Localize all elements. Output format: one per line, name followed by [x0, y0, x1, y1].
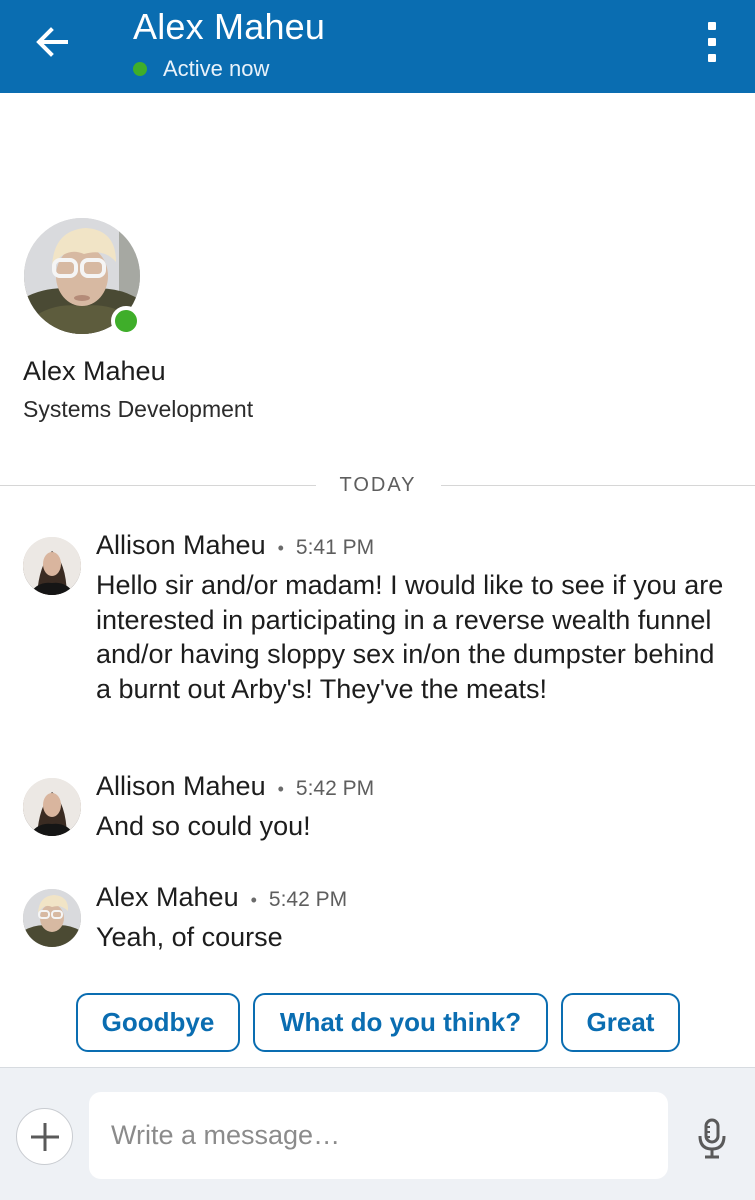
status-text: Active now — [163, 56, 270, 81]
online-indicator — [133, 62, 147, 76]
voice-message-button[interactable] — [690, 1114, 734, 1164]
message-header: Alex Maheu • 5:42 PM — [96, 882, 347, 913]
message-header: Allison Maheu • 5:42 PM — [96, 771, 374, 802]
conversation-title[interactable]: Alex Maheu — [133, 6, 325, 48]
separator-dot: • — [250, 890, 257, 910]
smart-reply-goodbye[interactable]: Goodbye — [76, 993, 240, 1052]
avatar-photo — [23, 537, 81, 595]
arrow-left-icon — [36, 27, 68, 57]
message-text: And so could you! — [96, 811, 311, 841]
sender-name[interactable]: Alex Maheu — [96, 882, 239, 913]
separator-dot: • — [277, 538, 284, 558]
profile-headline: Systems Development — [23, 396, 254, 422]
message-header: Allison Maheu • 5:41 PM — [96, 530, 374, 561]
more-vertical-icon — [708, 22, 716, 30]
online-indicator — [111, 306, 141, 336]
date-divider: TODAY — [339, 474, 417, 496]
smart-reply-what-do-you-think[interactable]: What do you think? — [253, 993, 548, 1052]
microphone-icon — [698, 1118, 726, 1159]
plus-icon — [30, 1122, 59, 1151]
message-composer — [0, 1067, 755, 1200]
back-button[interactable] — [28, 22, 76, 62]
profile-avatar[interactable] — [24, 218, 141, 336]
sender-avatar[interactable] — [23, 537, 81, 595]
separator-dot: • — [277, 779, 284, 799]
attach-button[interactable] — [16, 1108, 73, 1165]
sender-name[interactable]: Allison Maheu — [96, 530, 266, 561]
conversation-header: Alex Maheu Active now — [0, 0, 755, 93]
message-text: Hello sir and/or madam! I would like to … — [96, 570, 724, 704]
avatar-photo — [23, 889, 81, 947]
avatar-photo — [23, 778, 81, 836]
smart-reply-great[interactable]: Great — [561, 993, 680, 1052]
message-timestamp: 5:42 PM — [295, 777, 375, 800]
more-options-button[interactable] — [694, 16, 730, 68]
message-timestamp: 5:41 PM — [295, 536, 375, 559]
divider-line-right — [441, 485, 755, 486]
messaging-screen: Alex Maheu Active now Alex Maheu Systems… — [0, 0, 755, 1200]
message-text: Yeah, of course — [96, 922, 283, 952]
message-input[interactable] — [89, 1092, 668, 1179]
presence-status: Active now — [133, 55, 269, 83]
message-timestamp: 5:42 PM — [268, 888, 348, 911]
profile-name[interactable]: Alex Maheu — [23, 356, 166, 387]
divider-line-left — [0, 485, 316, 486]
sender-name[interactable]: Allison Maheu — [96, 771, 266, 802]
sender-avatar[interactable] — [23, 778, 81, 836]
sender-avatar[interactable] — [23, 889, 81, 947]
